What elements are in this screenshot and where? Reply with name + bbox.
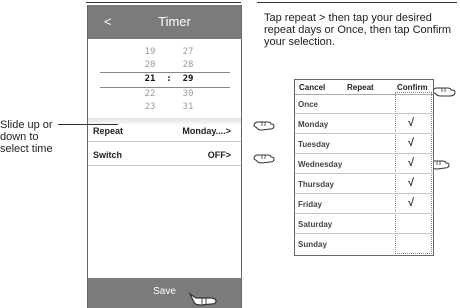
phone-screen: < Timer 19 27 20 28 21 : 29 22 30 23 31 … bbox=[87, 5, 242, 308]
picker-row[interactable]: 19 27 bbox=[88, 47, 241, 59]
check-icon: √ bbox=[408, 117, 415, 129]
selection-line-top bbox=[100, 72, 230, 73]
pointer-line bbox=[58, 124, 118, 125]
selection-line-bottom bbox=[100, 87, 230, 88]
switch-value: OFF> bbox=[207, 150, 231, 160]
time-picker[interactable]: 19 27 20 28 21 : 29 22 30 23 31 bbox=[88, 43, 241, 118]
hour-value: 22 bbox=[144, 89, 156, 99]
day-wednesday[interactable]: Wednesday √ bbox=[295, 155, 433, 174]
minute-value: 27 bbox=[182, 47, 194, 57]
day-saturday[interactable]: Saturday bbox=[295, 215, 433, 234]
day-label: Tuesday bbox=[298, 140, 330, 149]
picker-row[interactable]: 20 28 bbox=[88, 60, 241, 72]
minute-value: 28 bbox=[182, 60, 194, 70]
day-label: Wednesday bbox=[298, 160, 343, 169]
repeat-value: Monday....> bbox=[182, 126, 231, 136]
day-monday[interactable]: Monday √ bbox=[295, 115, 433, 134]
hour-value: 20 bbox=[144, 60, 156, 70]
minute-value: 30 bbox=[182, 89, 194, 99]
day-label: Saturday bbox=[298, 220, 333, 229]
hour-value-selected: 21 bbox=[144, 74, 156, 84]
hour-value: 19 bbox=[144, 47, 156, 57]
top-divider-right bbox=[257, 2, 457, 3]
hand-pointer-icon bbox=[188, 288, 220, 308]
picker-row[interactable]: 23 31 bbox=[88, 102, 241, 114]
day-label: Thursday bbox=[298, 180, 335, 189]
day-label: Friday bbox=[298, 200, 323, 209]
day-once[interactable]: Once bbox=[295, 95, 433, 114]
day-label: Monday bbox=[298, 120, 329, 129]
switch-label: Switch bbox=[93, 150, 123, 160]
picker-row[interactable]: 22 30 bbox=[88, 89, 241, 101]
day-tuesday[interactable]: Tuesday √ bbox=[295, 135, 433, 154]
day-sunday[interactable]: Sunday bbox=[295, 235, 433, 253]
hour-value: 23 bbox=[144, 102, 156, 112]
page-title: Timer bbox=[158, 14, 191, 29]
hand-pointer-icon bbox=[432, 84, 456, 100]
panel-title: Repeat bbox=[347, 83, 374, 92]
picker-row-selected[interactable]: 21 : 29 bbox=[88, 74, 241, 86]
time-separator: : bbox=[166, 74, 172, 84]
repeat-days-panel: Cancel Repeat Confirm Once Monday √ Tues… bbox=[294, 79, 434, 256]
repeat-instructions: Tap repeat > then tap your desired repea… bbox=[264, 12, 452, 48]
day-label: Once bbox=[298, 100, 319, 109]
day-label: Sunday bbox=[298, 240, 327, 249]
day-thursday[interactable]: Thursday √ bbox=[295, 175, 433, 194]
check-icon: √ bbox=[408, 197, 415, 209]
confirm-button[interactable]: Confirm bbox=[397, 83, 428, 92]
check-icon: √ bbox=[408, 177, 415, 189]
timer-header: < Timer bbox=[88, 5, 241, 39]
minute-value: 31 bbox=[182, 102, 194, 112]
day-friday[interactable]: Friday √ bbox=[295, 195, 433, 214]
cancel-button[interactable]: Cancel bbox=[299, 83, 325, 92]
check-icon: √ bbox=[408, 137, 415, 149]
hand-pointer-icon bbox=[253, 152, 275, 166]
repeat-label: Repeat bbox=[93, 126, 124, 136]
check-icon: √ bbox=[408, 157, 415, 169]
hand-pointer-icon bbox=[253, 119, 275, 133]
top-divider-left bbox=[86, 2, 241, 3]
minute-value-selected: 29 bbox=[182, 74, 194, 84]
switch-row[interactable]: Switch OFF> bbox=[88, 145, 241, 166]
